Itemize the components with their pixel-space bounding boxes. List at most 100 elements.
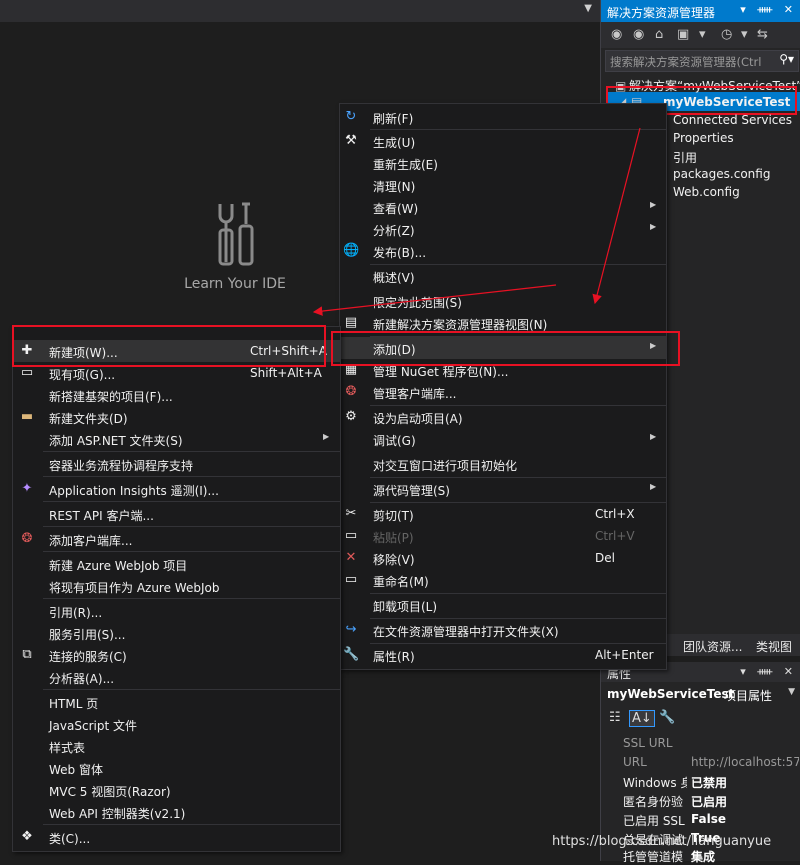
menu-item[interactable]: ⚒ 生成(U) bbox=[340, 130, 666, 152]
solution-explorer-search[interactable]: 搜索解决方案资源管理器(Ctrl ⚲▾ bbox=[605, 50, 799, 72]
tree-item-connected-services[interactable]: Connected Services bbox=[673, 113, 792, 127]
tab-team-explorer[interactable]: 团队资源... bbox=[683, 638, 742, 655]
menu-item[interactable]: 调试(G) ▶ bbox=[340, 428, 666, 450]
menu-item-label: JavaScript 文件 bbox=[49, 719, 137, 733]
menu-item[interactable]: REST API 客户端... bbox=[13, 503, 340, 525]
menu-item-label: 添加客户端库... bbox=[49, 534, 133, 548]
project-context-menu: ↻ 刷新(F) ⚒ 生成(U) 重新生成(E) 清理(N) 查看(W) ▶ 分析(Z) ▶ 🌐 发布(… bbox=[339, 103, 667, 670]
menu-separator bbox=[43, 526, 340, 527]
menu-item[interactable]: 清理(N) bbox=[340, 174, 666, 196]
menu-item[interactable]: 限定为此范围(S) bbox=[340, 290, 666, 312]
menu-item[interactable]: 引用(R)... bbox=[13, 600, 340, 622]
tree-item-packages-config[interactable]: packages.config bbox=[673, 167, 770, 181]
menu-item[interactable]: 分析(Z) ▶ bbox=[340, 218, 666, 240]
menu-item[interactable]: 新建 Azure WebJob 项目 bbox=[13, 553, 340, 575]
wrench-icon[interactable]: 🔧 bbox=[659, 710, 675, 725]
open-folder-icon: ↪ bbox=[345, 622, 357, 637]
menu-item[interactable]: ❖ 类(C)... bbox=[13, 826, 340, 848]
submenu-arrow-icon: ▶ bbox=[650, 482, 657, 491]
menu-item[interactable]: JavaScript 文件 bbox=[13, 713, 340, 735]
menu-item[interactable]: ⧉ 连接的服务(C) bbox=[13, 644, 340, 666]
menu-item-label: 限定为此范围(S) bbox=[373, 296, 462, 310]
menu-item[interactable]: 重新生成(E) bbox=[340, 152, 666, 174]
menu-item[interactable]: 将现有项目作为 Azure WebJob bbox=[13, 575, 340, 597]
menu-item-label: 移除(V) bbox=[373, 553, 415, 567]
alphabetical-icon[interactable]: A↓ bbox=[629, 710, 655, 727]
properties-window-buttons[interactable]: ▾ ᚔ ✕ bbox=[740, 665, 797, 678]
menu-item-label: 管理客户端库... bbox=[373, 387, 457, 401]
history-icon[interactable]: ◷ bbox=[721, 27, 732, 42]
dropdown-icon[interactable]: ▾ bbox=[699, 27, 706, 42]
property-row[interactable]: 匿名身份验 已启用 bbox=[617, 791, 800, 810]
menu-item-label: 分析器(A)... bbox=[49, 672, 115, 686]
menu-item[interactable]: Web 窗体 bbox=[13, 757, 340, 779]
build-icon: ⚒ bbox=[345, 133, 357, 148]
menu-item[interactable]: Web API 控制器类(v2.1) bbox=[13, 801, 340, 823]
menu-item-label: 连接的服务(C) bbox=[49, 650, 127, 664]
chevron-down-icon[interactable]: ▼ bbox=[788, 687, 795, 697]
menu-item[interactable]: ▬ 新建文件夹(D) bbox=[13, 406, 340, 428]
back-icon[interactable]: ◉ bbox=[611, 27, 622, 42]
property-row[interactable]: 已启用 SSL False bbox=[617, 810, 800, 829]
menu-item[interactable]: 🔧 属性(R) Alt+Enter bbox=[340, 644, 666, 666]
menu-item[interactable]: 卸载项目(L) bbox=[340, 594, 666, 616]
menu-item[interactable]: 概述(V) bbox=[340, 265, 666, 287]
menu-item[interactable]: 🌐 发布(B)... bbox=[340, 240, 666, 262]
menu-item[interactable]: 新搭建基架的项目(F)... bbox=[13, 384, 340, 406]
sync-icon[interactable]: ▣ bbox=[677, 27, 689, 42]
switch-views-icon[interactable]: ⇆ bbox=[757, 27, 768, 42]
submenu-arrow-icon: ▶ bbox=[650, 200, 657, 209]
property-row[interactable]: URLhttp://localhost:5767 bbox=[617, 753, 800, 772]
menu-item[interactable]: 容器业务流程协调程序支持 bbox=[13, 453, 340, 475]
tree-item-web-config[interactable]: Web.config bbox=[673, 185, 740, 199]
menu-item-label: 概述(V) bbox=[373, 271, 415, 285]
learn-your-ide[interactable]: Learn Your IDE bbox=[160, 200, 310, 292]
menu-item[interactable]: ↪ 在文件资源管理器中打开文件夹(X) bbox=[340, 619, 666, 641]
properties-object-selector[interactable]: myWebServiceTest 项目属性 ▼ bbox=[601, 684, 800, 704]
paste-icon: ▭ bbox=[344, 528, 358, 543]
tree-item-properties[interactable]: Properties bbox=[673, 131, 734, 145]
menu-item[interactable]: ▭ 粘贴(P) Ctrl+V bbox=[340, 525, 666, 547]
submenu-arrow-icon: ▶ bbox=[323, 432, 330, 441]
history-dropdown-icon[interactable]: ▾ bbox=[741, 27, 748, 42]
menu-item[interactable]: 查看(W) ▶ bbox=[340, 196, 666, 218]
menu-item[interactable]: 添加 ASP.NET 文件夹(S) ▶ bbox=[13, 428, 340, 450]
menu-item-label: Application Insights 遥测(I)... bbox=[49, 484, 219, 498]
menu-item[interactable]: ✦ Application Insights 遥测(I)... bbox=[13, 478, 340, 500]
menu-item[interactable]: HTML 页 bbox=[13, 691, 340, 713]
home-icon[interactable]: ⌂ bbox=[655, 27, 663, 42]
menu-item[interactable]: 源代码管理(S) ▶ bbox=[340, 478, 666, 500]
forward-icon[interactable]: ◉ bbox=[633, 27, 644, 42]
tree-item-references[interactable]: 引用 bbox=[673, 149, 697, 166]
menu-item-label: 引用(R)... bbox=[49, 606, 103, 620]
annotation-box-new-item bbox=[12, 325, 326, 367]
menu-item[interactable]: 样式表 bbox=[13, 735, 340, 757]
menu-item[interactable]: ↻ 刷新(F) bbox=[340, 106, 666, 128]
solution-explorer-title: 解决方案资源管理器 bbox=[607, 6, 716, 20]
menu-item[interactable]: ❂ 管理客户端库... bbox=[340, 381, 666, 403]
menu-item[interactable]: MVC 5 视图页(Razor) bbox=[13, 779, 340, 801]
client-lib-icon: ❂ bbox=[21, 531, 33, 546]
menu-item[interactable]: 对交互窗口进行项目初始化 bbox=[340, 453, 666, 475]
menu-item[interactable]: ⚙ 设为启动项目(A) bbox=[340, 406, 666, 428]
new-view-icon: ▤ bbox=[344, 315, 358, 330]
menu-separator bbox=[43, 451, 340, 452]
categorized-icon[interactable]: ☷ bbox=[609, 710, 621, 725]
menu-item-label: 属性(R) bbox=[373, 650, 415, 664]
tab-class-view[interactable]: 类视图 bbox=[756, 638, 792, 655]
menu-separator bbox=[43, 824, 340, 825]
menu-item-label: Web 窗体 bbox=[49, 763, 103, 777]
menu-item[interactable]: ✕ 移除(V) Del bbox=[340, 547, 666, 569]
search-icon[interactable]: ⚲▾ bbox=[779, 52, 794, 66]
menu-item[interactable]: ✂ 剪切(T) Ctrl+X bbox=[340, 503, 666, 525]
menu-item[interactable]: 分析器(A)... bbox=[13, 666, 340, 688]
menu-item[interactable]: 服务引用(S)... bbox=[13, 622, 340, 644]
globe-icon: 🌐 bbox=[343, 243, 360, 258]
property-row[interactable]: SSL URL bbox=[617, 734, 800, 753]
tab-dropdown-icon[interactable]: ▼ bbox=[584, 3, 592, 14]
menu-item[interactable]: ❂ 添加客户端库... bbox=[13, 528, 340, 550]
panel-window-buttons[interactable]: ▾ ᚔ ✕ bbox=[740, 3, 797, 16]
scissors-icon: ✂ bbox=[345, 506, 357, 521]
property-row[interactable]: Windows 身已禁用 bbox=[617, 772, 800, 791]
menu-item[interactable]: ▭ 重命名(M) bbox=[340, 569, 666, 591]
